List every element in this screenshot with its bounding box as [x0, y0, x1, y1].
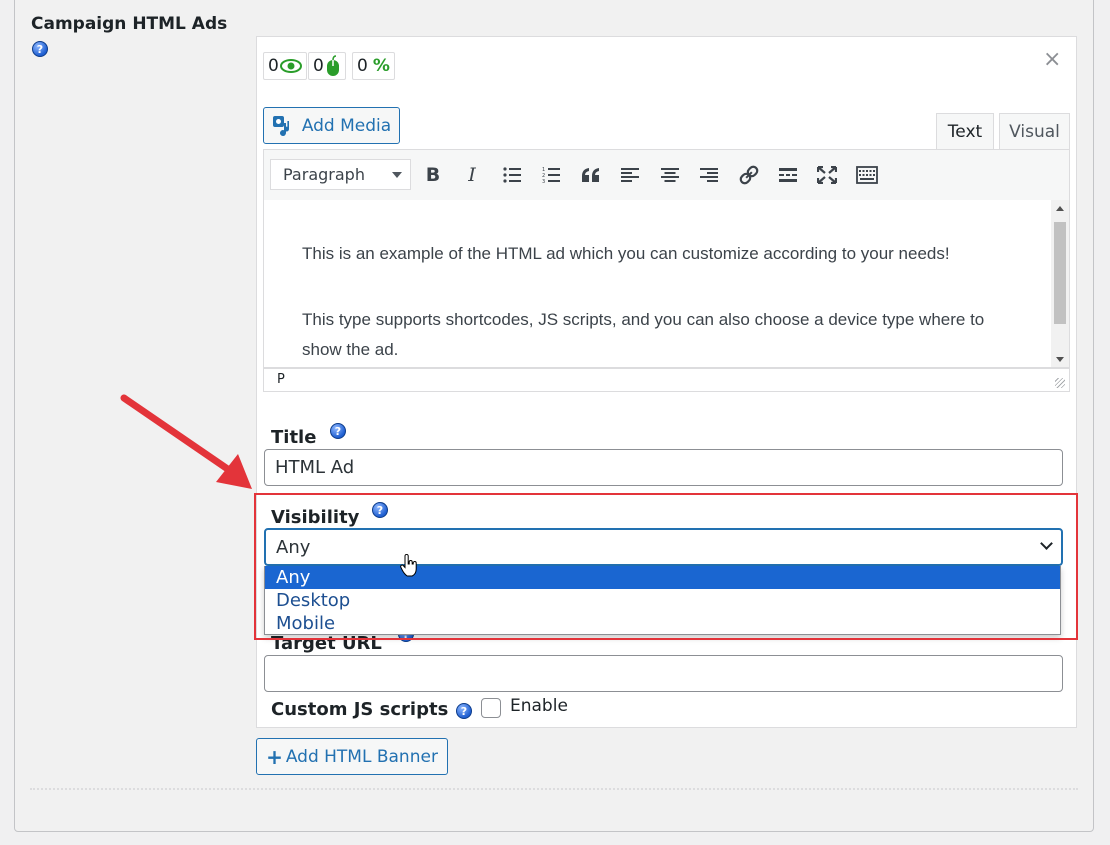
title-label: Title [271, 427, 317, 448]
scroll-up-icon[interactable] [1056, 206, 1064, 211]
custom-js-label: Custom JS scripts [271, 699, 449, 720]
editor-paragraph-1: This is an example of the HTML ad which … [302, 244, 950, 263]
editor-paragraph-2: This type supports shortcodes, JS script… [302, 310, 985, 359]
title-help-icon[interactable]: ? [330, 423, 346, 439]
help-icon[interactable]: ? [32, 41, 48, 57]
format-select-value: Paragraph [283, 165, 365, 184]
align-right-icon[interactable] [696, 162, 722, 188]
close-icon[interactable]: × [1043, 47, 1061, 72]
resize-grip-icon[interactable] [1055, 378, 1065, 388]
ctr-stat: 0 % [352, 52, 395, 80]
fullscreen-icon[interactable] [814, 162, 840, 188]
custom-js-help-icon[interactable]: ? [456, 703, 472, 719]
enable-label[interactable]: Enable [510, 696, 568, 716]
add-media-label: Add Media [301, 115, 392, 136]
format-select[interactable]: Paragraph [270, 159, 411, 190]
clicks-stat: 0 [308, 52, 346, 80]
views-stat: 0 [263, 52, 307, 80]
divider [30, 788, 1078, 790]
bullet-list-icon[interactable] [499, 162, 525, 188]
numbered-list-icon[interactable]: 123 [538, 162, 564, 188]
scroll-down-icon[interactable] [1056, 357, 1064, 362]
plus-icon: + [266, 744, 283, 769]
editor-statusbar: P [263, 368, 1070, 392]
percent-icon: % [372, 56, 390, 76]
toolbar-toggle-icon[interactable] [854, 162, 880, 188]
add-html-banner-button[interactable]: + Add HTML Banner [256, 738, 448, 775]
tab-visual[interactable]: Visual [999, 113, 1070, 150]
bold-icon[interactable]: B [420, 162, 446, 188]
svg-text:3: 3 [542, 179, 545, 184]
link-icon[interactable] [736, 162, 762, 188]
mouse-icon [326, 55, 339, 76]
add-banner-label: Add HTML Banner [285, 746, 438, 767]
editor-scrollbar[interactable] [1051, 200, 1069, 367]
ctr-value: 0 [357, 56, 368, 76]
custom-js-checkbox[interactable] [481, 698, 501, 718]
scroll-thumb[interactable] [1054, 222, 1066, 324]
section-title: Campaign HTML Ads [31, 14, 228, 34]
target-url-input[interactable] [264, 655, 1063, 692]
align-left-icon[interactable] [617, 162, 643, 188]
chevron-down-icon [392, 172, 402, 178]
editor-content[interactable]: This is an example of the HTML ad which … [263, 200, 1070, 368]
italic-icon[interactable]: I [459, 162, 485, 188]
views-count: 0 [268, 56, 279, 76]
red-arrow-icon [120, 394, 252, 489]
blockquote-icon[interactable] [578, 162, 604, 188]
highlight-box [254, 493, 1078, 640]
read-more-icon[interactable] [775, 162, 801, 188]
add-media-button[interactable]: Add Media [263, 107, 400, 144]
media-icon [272, 115, 289, 136]
tab-text[interactable]: Text [936, 113, 994, 150]
clicks-count: 0 [313, 56, 324, 76]
element-path[interactable]: P [277, 372, 285, 387]
align-center-icon[interactable] [657, 162, 683, 188]
eye-icon [279, 59, 302, 73]
title-input[interactable]: HTML Ad [264, 449, 1063, 486]
